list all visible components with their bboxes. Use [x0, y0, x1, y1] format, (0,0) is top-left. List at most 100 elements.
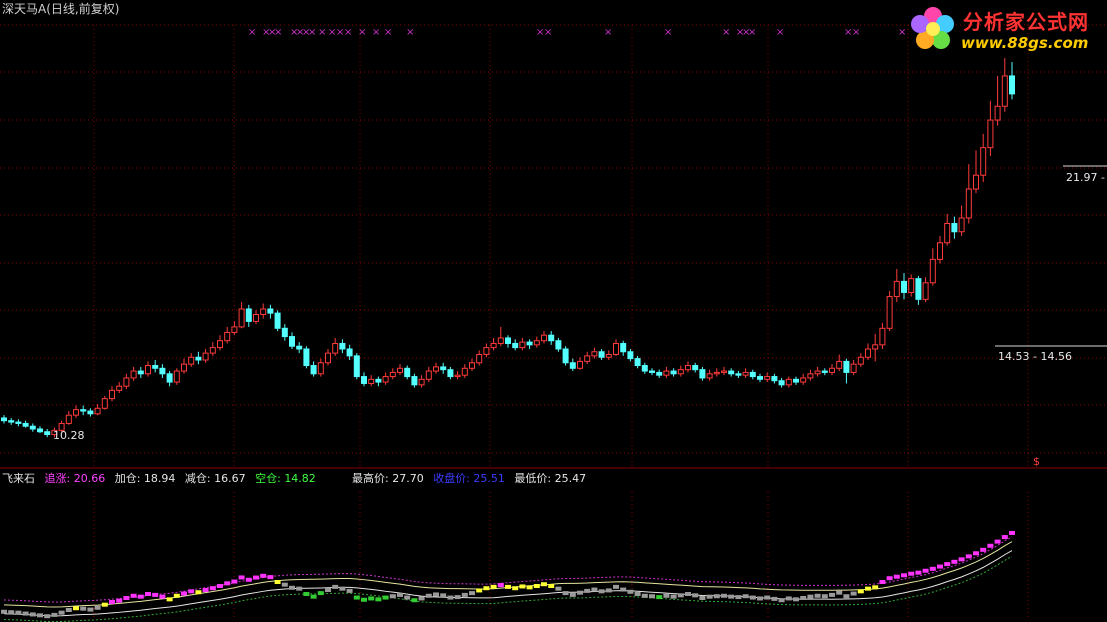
- candle-body: [670, 370, 677, 375]
- signal-x-mark: ×: [344, 27, 352, 38]
- indicator-step: [346, 588, 353, 593]
- candle-body: [303, 348, 310, 367]
- candle-body: [663, 370, 670, 376]
- candle-body: [1009, 75, 1015, 95]
- candle-body: [785, 378, 792, 386]
- indicator-step: [857, 589, 864, 594]
- candle-body: [591, 351, 598, 357]
- indicator-step: [418, 596, 425, 601]
- candle-body: [433, 366, 439, 372]
- candle-body: [166, 373, 173, 383]
- indicator-step: [980, 547, 987, 552]
- indicator-step: [245, 577, 252, 582]
- indicator-step: [202, 588, 209, 592]
- candle-body: [447, 369, 454, 378]
- indicator-step: [526, 585, 533, 590]
- indicator-step: [886, 576, 893, 581]
- indicator-step: [641, 593, 648, 598]
- candle-body: [195, 356, 202, 361]
- candle-body: [893, 280, 900, 298]
- candle-body: [469, 362, 475, 369]
- indicator-step: [382, 595, 389, 600]
- candle-body: [512, 342, 519, 349]
- indicator-step: [425, 593, 432, 598]
- indicator-step: [800, 596, 807, 600]
- indicator-step: [325, 588, 331, 592]
- signal-x-mark: ×: [664, 27, 672, 38]
- candle-body: [231, 326, 238, 333]
- indicator-step: [274, 580, 281, 584]
- chase-label: 追涨: [44, 472, 67, 485]
- candle-body: [368, 378, 375, 384]
- indicator-step: [836, 590, 843, 595]
- candle-body: [476, 353, 483, 364]
- candle-body: [692, 365, 699, 371]
- indicator-step: [37, 613, 43, 618]
- indicator-step: [224, 581, 231, 586]
- candle-body: [245, 308, 252, 322]
- indicator-step: [591, 587, 598, 592]
- candle-body: [238, 308, 245, 328]
- candle-body: [980, 147, 987, 176]
- indicator-step: [764, 595, 771, 600]
- candle-body: [1001, 75, 1008, 107]
- indicator-step: [771, 596, 778, 601]
- site-logo[interactable]: 分析家公式网 www.88gs.com: [905, 2, 1105, 54]
- indicator-step: [87, 607, 94, 612]
- candle-body: [778, 380, 785, 386]
- candle-body: [497, 337, 504, 344]
- indicator-step: [569, 592, 576, 597]
- candle-body: [677, 369, 684, 375]
- empty-value: 14.82: [284, 472, 316, 485]
- indicator-step: [231, 579, 238, 584]
- indicator-step: [821, 594, 828, 599]
- candle-body: [713, 371, 720, 375]
- indicator-step: [627, 589, 634, 594]
- indicator-step: [469, 591, 475, 596]
- indicator-step: [137, 594, 144, 599]
- indicator-step: [706, 594, 713, 599]
- logo-url: www.88gs.com: [961, 34, 1089, 52]
- indicator-step: [454, 595, 461, 600]
- indicator-step: [497, 583, 504, 588]
- candle-body: [152, 365, 159, 369]
- candle-body: [332, 342, 339, 354]
- candle-body: [209, 347, 216, 354]
- candle-body: [706, 373, 713, 379]
- indicator-step: [80, 606, 87, 611]
- indicator-step: [901, 573, 907, 578]
- indicator-step: [937, 564, 943, 569]
- indicator-step: [865, 586, 871, 591]
- indicator-step: [829, 592, 835, 597]
- candle-body: [533, 340, 540, 346]
- candle-body: [937, 242, 943, 260]
- candle-body: [634, 358, 641, 367]
- candle-body: [929, 258, 936, 284]
- candle-body: [994, 105, 1001, 121]
- candle-body: [548, 334, 555, 342]
- indicator-step: [1, 609, 7, 614]
- indicator-step: [411, 598, 418, 603]
- indicator-step: [310, 594, 317, 599]
- indicator-step: [785, 596, 792, 601]
- indicator-name: 飞来石: [2, 472, 35, 485]
- indicator-step: [109, 600, 115, 604]
- candle-body: [749, 371, 756, 378]
- candle-body: [620, 342, 627, 353]
- candle-body: [764, 376, 771, 380]
- candle-body: [728, 370, 735, 375]
- signal-x-mark: ×: [274, 27, 282, 38]
- indicator-step: [296, 586, 303, 591]
- indicator-step: [1009, 530, 1015, 535]
- candle-body: [505, 337, 511, 344]
- indicator-step: [663, 593, 670, 598]
- candle-body: [807, 373, 814, 379]
- stock-name: 深天马A: [2, 2, 47, 16]
- chase-value: 20.66: [73, 472, 106, 485]
- candle-body: [65, 414, 72, 424]
- candle-body: [37, 428, 43, 433]
- signal-x-mark: ×: [776, 27, 784, 38]
- indicator-step: [685, 592, 691, 596]
- candle-body: [821, 370, 828, 373]
- indicator-step: [548, 584, 555, 588]
